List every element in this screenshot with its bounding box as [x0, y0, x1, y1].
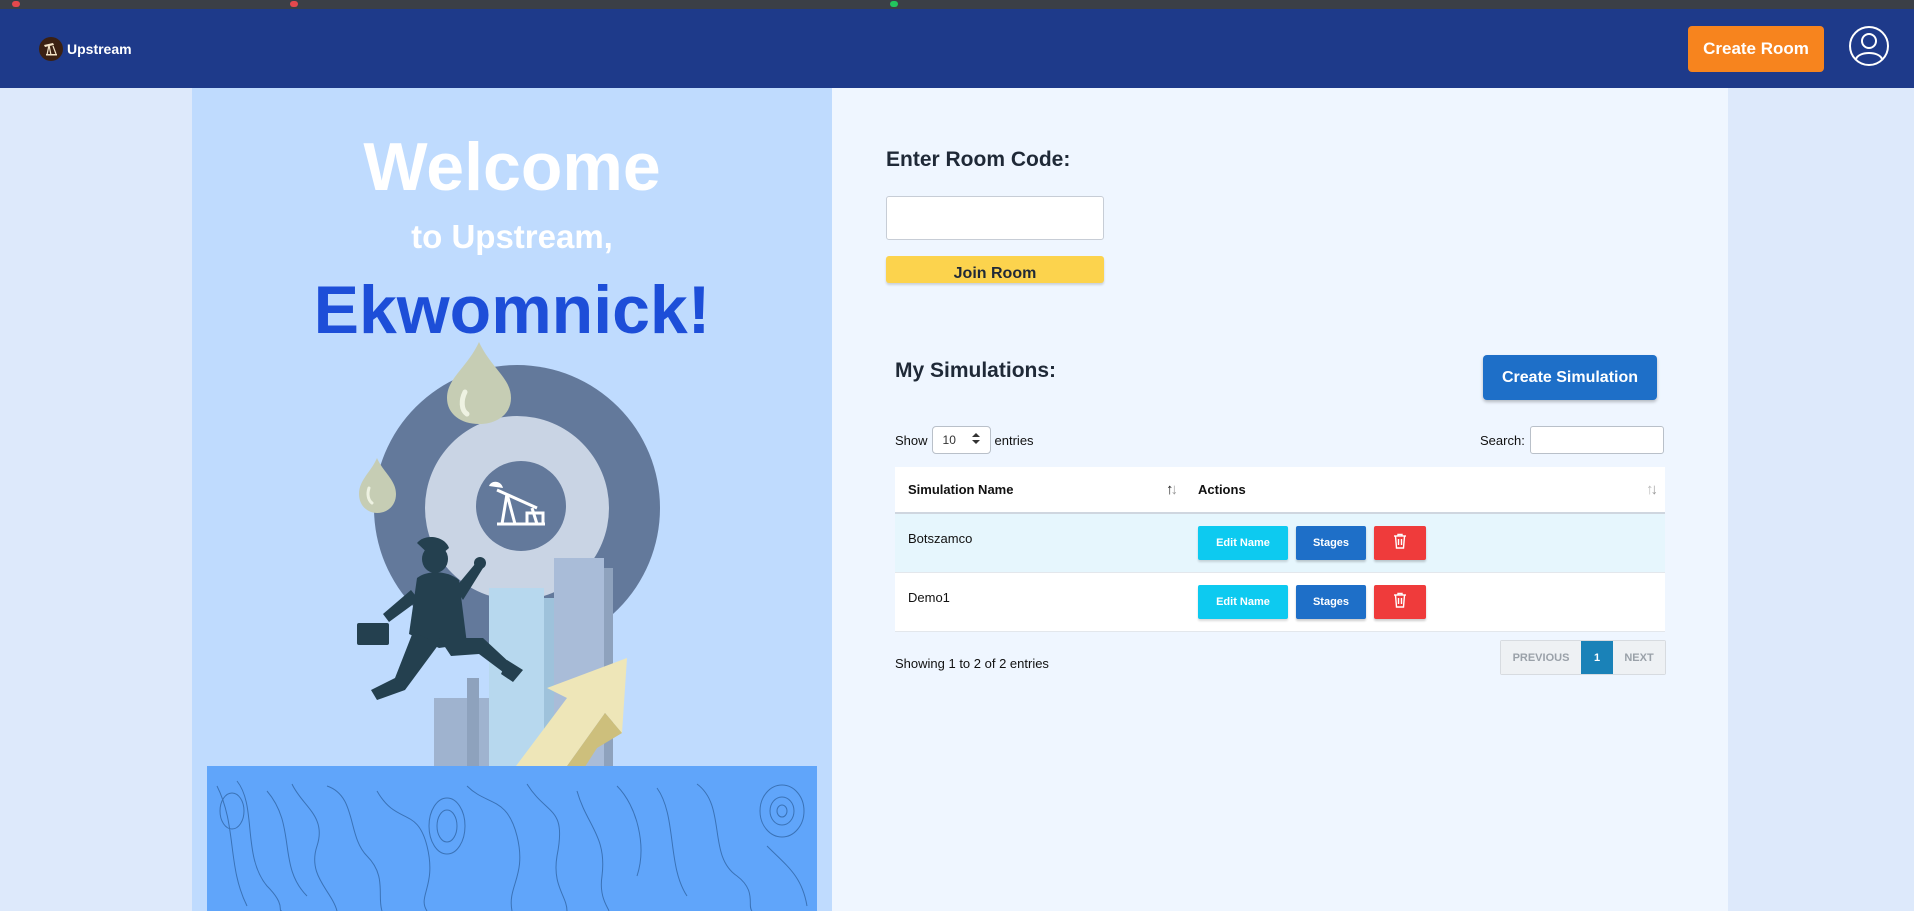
entries-per-page-select[interactable]: 10 — [931, 426, 991, 454]
entries-per-page-value: 10 — [942, 433, 956, 447]
create-simulation-button[interactable]: Create Simulation — [1483, 355, 1657, 400]
show-label: Show — [895, 432, 928, 448]
my-simulations-heading: My Simulations: — [895, 359, 1057, 382]
table-row: Demo1 Edit Name Stages — [895, 572, 1665, 632]
actions-cell: Edit Name Stages — [1185, 572, 1665, 632]
column-header-label: Simulation Name — [908, 482, 1014, 497]
page-1-button[interactable]: 1 — [1581, 641, 1613, 674]
simulations-table: Simulation Name ↑↓ Actions ↑↓ Botszamco … — [895, 467, 1665, 632]
column-header-label: Actions — [1198, 482, 1246, 497]
column-header-actions[interactable]: Actions ↑↓ — [1185, 467, 1665, 514]
room-code-label: Enter Room Code: — [886, 148, 1071, 171]
entries-label: entries — [994, 432, 1034, 448]
actions-cell: Edit Name Stages — [1185, 513, 1665, 573]
brand-link[interactable]: Upstream — [39, 36, 132, 62]
column-header-simulation-name[interactable]: Simulation Name ↑↓ — [895, 467, 1185, 514]
show-entries-control: Show 10 entries — [895, 426, 1034, 454]
search-input[interactable] — [1529, 426, 1664, 454]
main-content-panel: Enter Room Code: Join Room My Simulation… — [832, 88, 1728, 911]
join-room-button[interactable]: Join Room — [886, 256, 1104, 283]
welcome-subheading: to Upstream, — [411, 218, 613, 255]
room-code-input[interactable] — [886, 196, 1104, 240]
simulation-name-cell: Demo1 — [895, 572, 1185, 632]
table-info: Showing 1 to 2 of 2 entries — [895, 656, 1049, 671]
user-circle-icon[interactable] — [1848, 25, 1890, 67]
next-page-button[interactable]: NEXT — [1613, 641, 1665, 674]
contour-ground-panel — [207, 766, 817, 911]
top-navbar: Upstream Create Room — [0, 9, 1914, 88]
table-row: Botszamco Edit Name Stages — [895, 513, 1665, 573]
brand-name: Upstream — [67, 41, 132, 57]
browser-tab-strip — [0, 0, 1914, 9]
welcome-panel: Welcome to Upstream, Ekwomnick! — [192, 88, 832, 911]
table-search: Search: — [1480, 426, 1664, 454]
edit-name-button[interactable]: Edit Name — [1198, 584, 1288, 619]
select-arrows-icon — [971, 433, 980, 447]
sort-arrows-icon: ↑↓ — [1646, 481, 1658, 498]
search-label: Search: — [1480, 432, 1525, 448]
edit-name-button[interactable]: Edit Name — [1198, 525, 1288, 560]
create-room-button[interactable]: Create Room — [1688, 26, 1824, 72]
welcome-heading: Welcome — [363, 129, 661, 205]
simulation-name-cell: Botszamco — [895, 513, 1185, 573]
stages-button[interactable]: Stages — [1296, 525, 1366, 560]
trash-icon — [1393, 533, 1407, 552]
sort-arrows-icon: ↑↓ — [1166, 481, 1178, 498]
pumpjack-logo-icon — [39, 37, 63, 61]
pagination: PREVIOUS 1 NEXT — [1500, 640, 1666, 675]
delete-button[interactable] — [1374, 525, 1426, 560]
previous-page-button[interactable]: PREVIOUS — [1501, 641, 1581, 674]
table-header-row: Simulation Name ↑↓ Actions ↑↓ — [895, 467, 1665, 514]
stages-button[interactable]: Stages — [1296, 584, 1366, 619]
trash-icon — [1393, 592, 1407, 611]
delete-button[interactable] — [1374, 584, 1426, 619]
